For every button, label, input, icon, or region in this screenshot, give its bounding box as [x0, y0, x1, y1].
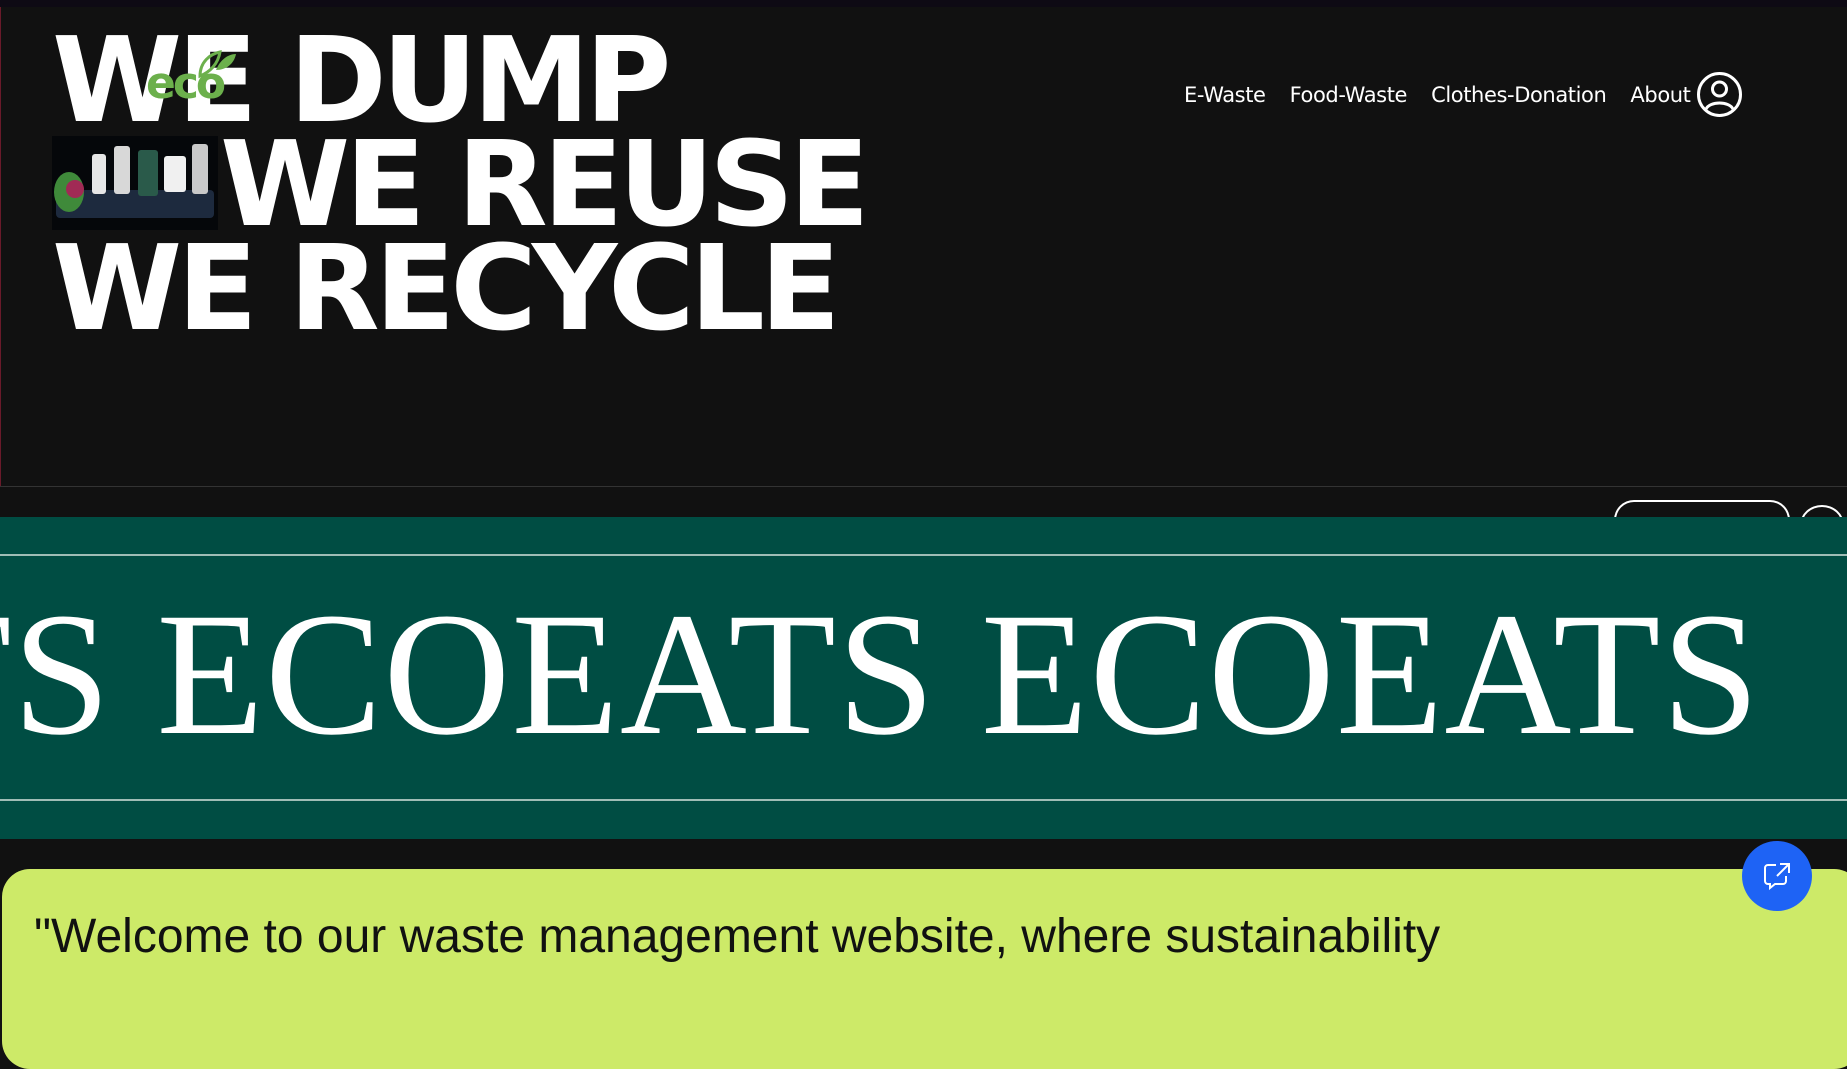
- chat-button[interactable]: [1742, 841, 1812, 911]
- user-account-button[interactable]: [1696, 71, 1743, 118]
- marquee-rule-bottom: [0, 799, 1847, 801]
- welcome-card: "Welcome to our waste management website…: [2, 869, 1847, 1069]
- nav-e-waste[interactable]: E-Waste: [1184, 82, 1266, 108]
- main-nav: E-Waste Food-Waste Clothes-Donation Abou…: [1184, 82, 1691, 108]
- leaf-icon: [198, 50, 236, 79]
- nav-food-waste[interactable]: Food-Waste: [1290, 82, 1408, 108]
- eco-logo[interactable]: eco: [146, 50, 236, 116]
- nav-about[interactable]: About: [1630, 82, 1690, 108]
- user-circle-icon: [1697, 72, 1742, 117]
- section-divider: [0, 486, 1847, 487]
- external-chat-icon: [1764, 863, 1790, 891]
- nav-clothes-donation[interactable]: Clothes-Donation: [1431, 82, 1607, 108]
- welcome-text: "Welcome to our waste management website…: [34, 910, 1441, 963]
- marquee-text: TS ECOEATS ECOEATS: [0, 577, 1761, 772]
- top-strip: [0, 0, 1847, 7]
- left-edge: [0, 7, 1, 487]
- waste-items-thumbnail: [52, 136, 218, 230]
- marquee-band: TS ECOEATS ECOEATS: [0, 517, 1847, 839]
- hero-line-3: WE RECYCLE: [52, 219, 841, 357]
- marquee-rule-top: [0, 554, 1847, 556]
